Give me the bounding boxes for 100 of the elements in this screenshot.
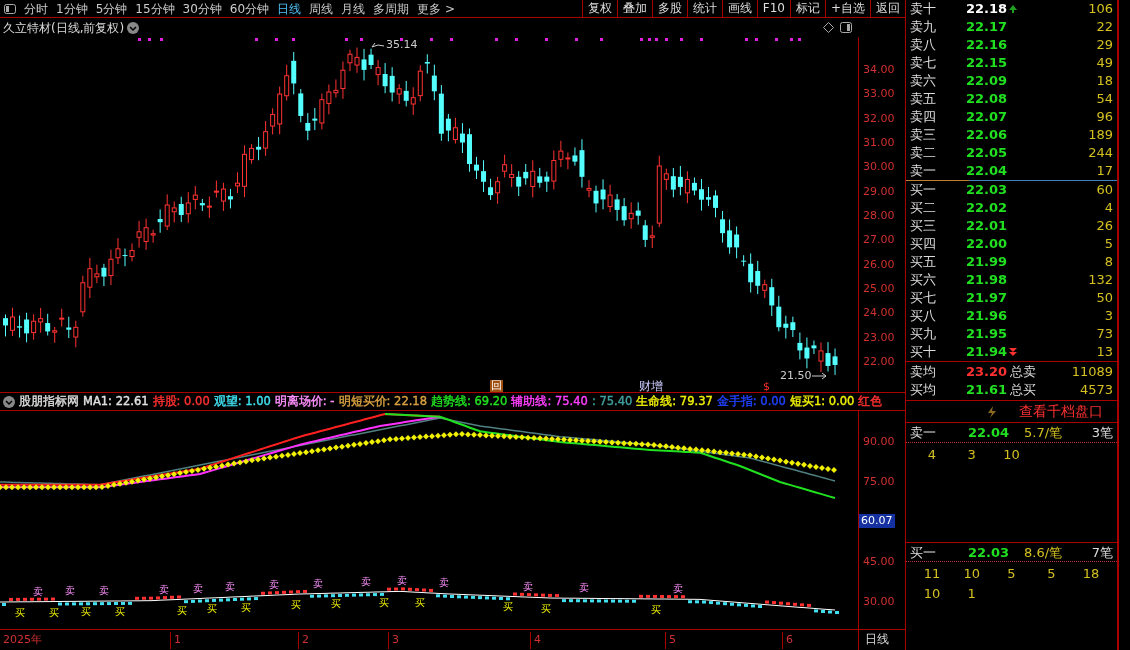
price-value: 23.20 xyxy=(966,363,1009,381)
average-value: 8.6/笔 xyxy=(1024,544,1064,562)
toolbar-button[interactable]: 标记 xyxy=(789,0,825,18)
event-marker[interactable]: 财增 xyxy=(639,380,663,392)
order-size: 5 xyxy=(1046,565,1057,583)
level-label: 买十 xyxy=(910,343,937,361)
volume-value: 96 xyxy=(1095,108,1113,126)
volume-value: 106 xyxy=(1087,0,1113,18)
legend-value: 红色 xyxy=(858,393,883,410)
sell-signal-label: 卖 xyxy=(438,577,450,589)
toolbar-button[interactable]: 复权 xyxy=(581,0,617,18)
volume-value: 3 xyxy=(1103,307,1113,325)
period-tab[interactable]: 60分钟 xyxy=(225,0,274,18)
period-tab[interactable]: 15分钟 xyxy=(131,0,179,18)
total-label: 总卖 xyxy=(1010,363,1037,381)
toolbar-button[interactable]: 多股 xyxy=(651,0,687,18)
legend-value: 趋势线: 69.20 xyxy=(431,393,508,410)
sell-signal-label: 卖 xyxy=(360,576,372,588)
level-label: 卖均 xyxy=(910,363,937,381)
price-value: 21.97 xyxy=(966,289,1008,307)
event-marker[interactable]: $ xyxy=(763,381,770,392)
event-marker[interactable]: 回 xyxy=(490,380,503,392)
axis-tick-label: 32.00 xyxy=(863,112,895,125)
collapse-icon[interactable] xyxy=(3,395,15,408)
legend-value: 明短买价: 22.18 xyxy=(338,393,427,410)
level-label: 卖八 xyxy=(910,36,937,54)
price-value: 22.18 xyxy=(966,0,1008,18)
price-value: 22.15 xyxy=(966,54,1008,72)
price-value: 22.08 xyxy=(966,90,1008,108)
volume-value: 22 xyxy=(1095,18,1113,36)
sell-signal-label: 卖 xyxy=(64,585,76,597)
sell-signal-label: 卖 xyxy=(192,582,204,594)
toolbar-button[interactable]: 统计 xyxy=(686,0,722,18)
current-value-label: 60.07 xyxy=(859,513,895,528)
period-tab[interactable]: 多周期 xyxy=(369,0,414,18)
high-price-label: 35.14 xyxy=(386,39,418,51)
toolbar-button[interactable]: +自选 xyxy=(824,0,870,18)
volume-value: 17 xyxy=(1095,162,1113,180)
legend-value: MA1: 22.61 xyxy=(83,393,149,410)
buy-signal-label: 买 xyxy=(650,603,662,615)
period-label: 日线 xyxy=(865,632,889,646)
level-label: 买均 xyxy=(910,381,937,399)
legend-value: 短买1: 0.00 xyxy=(789,393,855,410)
volume-value: 54 xyxy=(1095,90,1113,108)
leader-line xyxy=(371,42,385,48)
period-tab[interactable]: 日线 xyxy=(273,0,306,18)
panel-toggle-icon[interactable] xyxy=(840,22,852,33)
volume-value: 189 xyxy=(1087,126,1113,144)
buy-signal-label: 买 xyxy=(14,606,26,618)
axis-tick-label: 25.00 xyxy=(863,282,895,295)
level-label: 卖七 xyxy=(910,54,937,72)
period-tab[interactable]: 周线 xyxy=(305,0,338,18)
level-label: 买六 xyxy=(910,271,937,289)
depth-link[interactable]: 查看千档盘口 xyxy=(1019,401,1103,422)
date-axis-label: 3 xyxy=(388,632,399,649)
toolbar-button[interactable]: 返回 xyxy=(870,0,905,18)
volume-value: 18 xyxy=(1095,72,1113,90)
axis-tick-label: 90.00 xyxy=(863,436,895,448)
price-value: 22.01 xyxy=(966,217,1008,235)
level-label: 卖六 xyxy=(910,72,937,90)
toolbar-button[interactable]: 画线 xyxy=(721,0,757,18)
volume-value: 29 xyxy=(1095,36,1113,54)
period-tab[interactable]: 月线 xyxy=(337,0,370,18)
period-tab[interactable]: 1分钟 xyxy=(52,0,92,18)
price-value: 21.95 xyxy=(966,325,1008,343)
level-label: 买八 xyxy=(910,307,937,325)
sell-signal-label: 卖 xyxy=(98,585,110,597)
axis-tick-label: 45.00 xyxy=(863,556,895,568)
legend-value: 金手指: 0.00 xyxy=(716,393,786,410)
level-label: 卖一 xyxy=(910,162,937,180)
level-label: 买九 xyxy=(910,325,937,343)
level-label: 卖十 xyxy=(910,0,937,18)
price-value: 21.94 xyxy=(966,343,1008,361)
period-tab[interactable]: 5分钟 xyxy=(91,0,132,18)
price-value: 22.09 xyxy=(966,72,1008,90)
period-tab[interactable]: 更多 > xyxy=(413,0,459,18)
level-label: 卖三 xyxy=(910,126,937,144)
leader-line xyxy=(811,372,827,380)
price-value: 22.16 xyxy=(966,36,1008,54)
diamond-icon[interactable] xyxy=(823,22,834,33)
sell-signal-label: 卖 xyxy=(158,584,170,596)
toolbar-button[interactable]: 叠加 xyxy=(616,0,652,18)
legend-value: 观望: 1.00 xyxy=(213,393,271,410)
count-value: 3笔 xyxy=(1090,424,1113,442)
date-axis-label: 5 xyxy=(665,632,676,649)
order-size: 11 xyxy=(922,565,942,583)
toolbar-button[interactable]: F10 xyxy=(756,0,790,18)
total-label: 总买 xyxy=(1010,381,1037,399)
low-price-label: 21.50 xyxy=(780,370,812,382)
volume-value: 4 xyxy=(1103,199,1113,217)
price-value: 22.04 xyxy=(966,162,1008,180)
dropdown-icon[interactable] xyxy=(127,21,140,34)
period-tab[interactable]: 分时 xyxy=(20,0,52,18)
period-tab[interactable]: 30分钟 xyxy=(178,0,226,18)
sell-signal-label: 卖 xyxy=(522,580,534,592)
legend-value: : 75.40 xyxy=(591,393,633,410)
level-label: 卖五 xyxy=(910,90,937,108)
price-value: 21.96 xyxy=(966,307,1008,325)
volume-value: 73 xyxy=(1095,325,1113,343)
chart-title: 久立特材(日线,前复权) xyxy=(2,19,125,37)
